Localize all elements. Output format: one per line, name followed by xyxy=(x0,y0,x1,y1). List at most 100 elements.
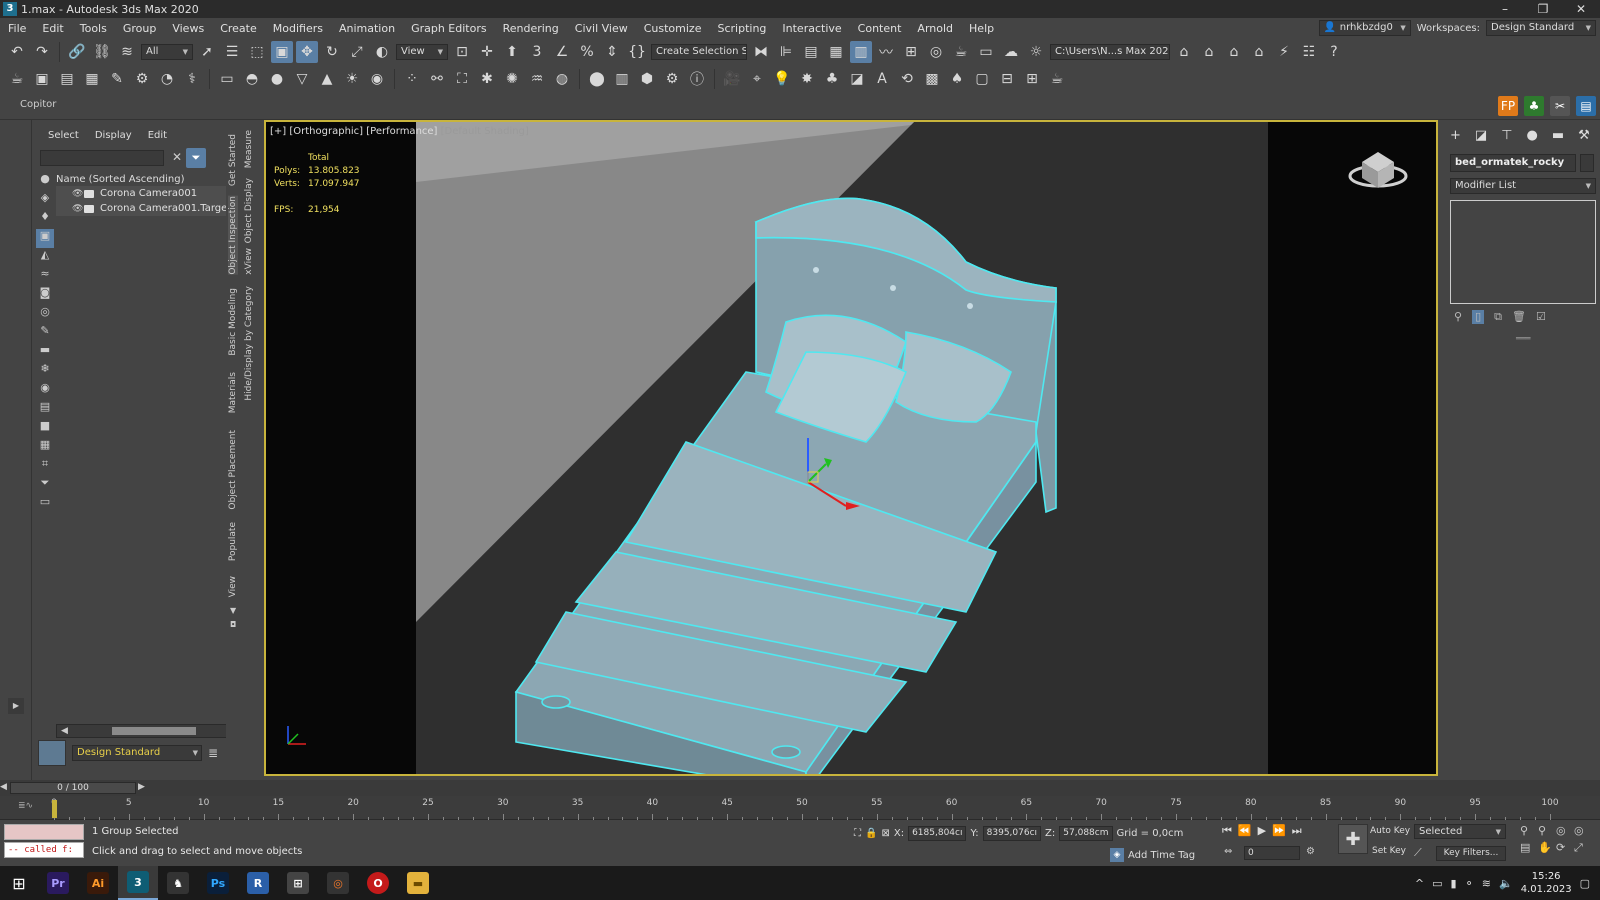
expand-arrow-icon[interactable]: ▶ xyxy=(8,698,24,714)
x-coordinate-field[interactable]: 6185,804cı xyxy=(908,826,967,841)
link-icon[interactable]: 🔗 xyxy=(66,41,88,63)
explorer-tab-edit[interactable]: Edit xyxy=(148,130,167,141)
zoom-extents-all-icon[interactable]: ◎ xyxy=(1574,824,1592,837)
vtab-get-started[interactable]: Get Started xyxy=(228,134,238,186)
project-icon-2[interactable]: ⌂ xyxy=(1198,41,1220,63)
rect-selection-icon[interactable]: ⬚ xyxy=(246,41,268,63)
filter-particles-icon[interactable]: ❄ xyxy=(36,362,54,381)
autodesk-app-icon[interactable]: ⚡ xyxy=(1273,41,1295,63)
filter-frozen-icon[interactable]: ◉ xyxy=(36,381,54,400)
layer-swatch[interactable] xyxy=(38,740,66,766)
settings-icon[interactable]: ⚙ xyxy=(661,68,683,90)
menu-help[interactable]: Help xyxy=(961,22,1002,35)
explorer-horizontal-scrollbar[interactable]: ◀ ▶ xyxy=(56,724,252,738)
key-selection-dropdown[interactable]: Selected ▼ xyxy=(1414,824,1506,839)
clock[interactable]: 15:26 4.01.2023 xyxy=(1521,870,1572,896)
rotate-view-icon[interactable]: ⟲ xyxy=(896,68,918,90)
frame-icon[interactable]: ▢ xyxy=(971,68,993,90)
default-tangent-icon[interactable]: ⟋ xyxy=(1414,846,1422,860)
sky-icon[interactable]: ◓ xyxy=(241,68,263,90)
mirror-icon[interactable]: ⧓ xyxy=(750,41,772,63)
omni-light-icon[interactable]: ◉ xyxy=(366,68,388,90)
menu-edit[interactable]: Edit xyxy=(34,22,71,35)
layer-dropdown[interactable]: Design Standard ▼ xyxy=(72,745,202,761)
camera-icon[interactable]: 🎥 xyxy=(721,68,743,90)
add-time-tag[interactable]: ◈ Add Time Tag xyxy=(1110,848,1195,862)
lister-icon[interactable]: ✎ xyxy=(106,68,128,90)
railclone-icon[interactable]: ♣ xyxy=(1524,96,1544,116)
set-key-label[interactable]: Set Key xyxy=(1372,846,1406,856)
explorer-row[interactable]: 👁 Corona Camera001.Target xyxy=(56,201,252,216)
selection-lock-icon[interactable]: 🔒 xyxy=(865,828,877,839)
filter-all-icon[interactable]: ■ xyxy=(36,419,54,438)
time-cursor[interactable] xyxy=(52,800,57,818)
battery-icon[interactable]: ▮ xyxy=(1450,877,1456,890)
proxy-icon[interactable]: ⚯ xyxy=(426,68,448,90)
taskbar-illustrator[interactable]: Ai xyxy=(78,866,118,900)
layers-icon[interactable]: ≣ xyxy=(208,746,218,760)
interactive-icon[interactable]: ⚙ xyxy=(131,68,153,90)
rendered-frame-icon[interactable]: ▭ xyxy=(975,41,997,63)
vtab-hide-display-category[interactable]: Hide/Display by Category xyxy=(244,286,254,401)
layer-explorer-icon[interactable]: ▤ xyxy=(800,41,822,63)
explorer-tab-display[interactable]: Display xyxy=(95,130,132,141)
camera-target-icon[interactable]: ⌖ xyxy=(746,68,768,90)
taskbar-photoshop[interactable]: Ps xyxy=(198,866,238,900)
vtab-view[interactable]: View xyxy=(228,576,238,597)
eye-icon[interactable]: 👁 xyxy=(72,204,84,214)
rect-light-icon[interactable]: ◪ xyxy=(846,68,868,90)
minimize-button[interactable]: – xyxy=(1486,2,1524,16)
configure-modifier-icon[interactable]: ☑ xyxy=(1536,310,1546,324)
pan-icon[interactable]: ✋ xyxy=(1538,841,1556,855)
filter-groups-icon[interactable]: ◙ xyxy=(36,286,54,305)
isolate-selection-icon[interactable]: ⛶ xyxy=(854,828,861,839)
restore-button[interactable]: ❐ xyxy=(1524,2,1562,16)
spot-light-icon[interactable]: ▽ xyxy=(291,68,313,90)
menu-interactive[interactable]: Interactive xyxy=(774,22,849,35)
menu-graph-editors[interactable]: Graph Editors xyxy=(403,22,495,35)
vtab-scroll-up-icon[interactable]: ◘ xyxy=(230,620,236,629)
key-filters-button[interactable]: Key Filters... xyxy=(1436,846,1506,861)
vtab-object-placement[interactable]: Object Placement xyxy=(228,430,238,510)
vtab-measure[interactable]: Measure xyxy=(244,130,254,168)
rotate-icon[interactable]: ↻ xyxy=(321,41,343,63)
taskbar-revit[interactable]: R xyxy=(238,866,278,900)
filter-lights-icon[interactable]: ♦ xyxy=(36,210,54,229)
menu-animation[interactable]: Animation xyxy=(331,22,403,35)
curve-editor-icon[interactable]: 〰 xyxy=(875,41,897,63)
sphere-light-icon[interactable]: ● xyxy=(266,68,288,90)
pin-stack-icon[interactable]: ⚲ xyxy=(1454,310,1462,324)
motion-tab-icon[interactable]: ● xyxy=(1527,128,1538,143)
scroll-thumb[interactable] xyxy=(112,727,196,735)
undo-icon[interactable]: ↶ xyxy=(6,41,28,63)
modifier-list-dropdown[interactable]: Modifier List ▼ xyxy=(1450,178,1596,194)
show-end-result-icon[interactable]: ▯ xyxy=(1472,310,1485,324)
material-convert-icon[interactable]: ⬢ xyxy=(636,68,658,90)
maxscript-listener-input[interactable] xyxy=(4,824,84,840)
viewport-menu-plus[interactable]: [+] xyxy=(270,126,286,137)
scroll-left-icon[interactable]: ◀ xyxy=(61,726,68,736)
filter-shapes-icon[interactable]: ◈ xyxy=(36,191,54,210)
modify-tab-icon[interactable]: ◪ xyxy=(1475,128,1487,143)
scatter-icon[interactable]: ⁘ xyxy=(401,68,423,90)
select-manipulate-icon[interactable]: ✛ xyxy=(476,41,498,63)
toggle-ribbon-icon[interactable]: ▦ xyxy=(825,41,847,63)
mini-curve-editor-icon[interactable]: ≣∿ xyxy=(18,801,33,811)
menu-group[interactable]: Group xyxy=(115,22,165,35)
render-cloud-icon[interactable]: ☼ xyxy=(1025,41,1047,63)
hair-icon[interactable]: ♒ xyxy=(526,68,548,90)
clear-search-icon[interactable]: ✕ xyxy=(172,150,182,164)
viewport[interactable]: [+] [Orthographic] [Performance] [Defaul… xyxy=(264,120,1438,776)
paint-icon[interactable]: ♠ xyxy=(946,68,968,90)
eye-icon[interactable]: 👁 xyxy=(72,189,84,199)
time-config-icon[interactable]: ⚙ xyxy=(1306,846,1315,857)
zoom-extents-icon[interactable]: ◎ xyxy=(1556,824,1574,837)
vtab-materials[interactable]: Materials xyxy=(228,372,238,413)
project-folder-dropdown[interactable]: C:\Users\N...s Max 2020 ▼ xyxy=(1050,44,1170,60)
align-icon[interactable]: ⊫ xyxy=(775,41,797,63)
snap-toggle-icon[interactable]: 3 xyxy=(526,41,548,63)
sun-light-icon[interactable]: ✸ xyxy=(796,68,818,90)
filter-containers-icon[interactable]: ▬ xyxy=(36,343,54,362)
play-icon[interactable]: ▶ xyxy=(1258,824,1266,838)
vtab-object-display[interactable]: Object Display xyxy=(244,178,254,243)
